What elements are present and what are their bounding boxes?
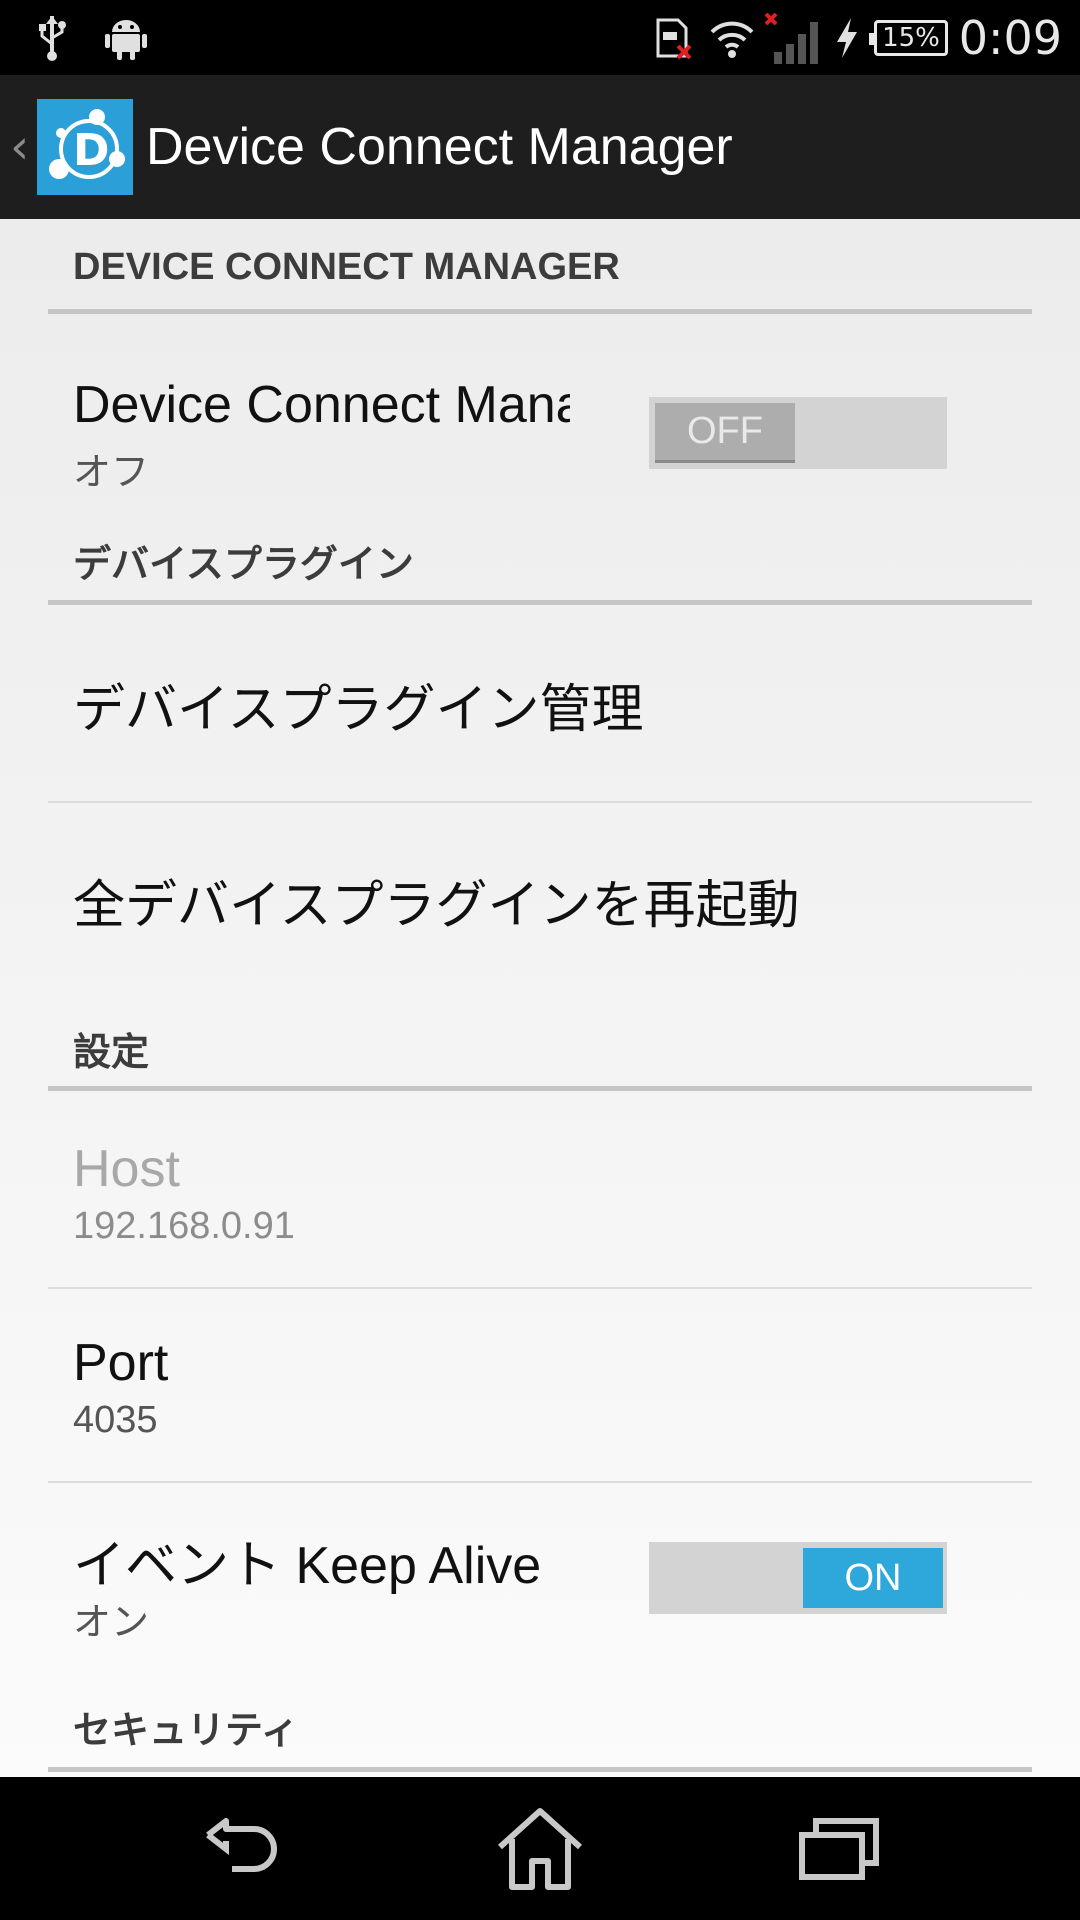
plugin-restart-item[interactable]: 全デバイスプラグインを再起動 <box>0 803 1080 999</box>
keepalive-toggle-label: ON <box>803 1548 943 1608</box>
navigation-bar <box>0 1777 1080 1920</box>
manager-switch-row[interactable]: Device Connect Manager オフ OFF <box>0 315 1080 505</box>
section-divider <box>48 1767 1032 1772</box>
plugin-manage-title: デバイスプラグイン管理 <box>73 681 644 739</box>
battery-icon: 15% <box>869 0 948 75</box>
manager-toggle-label: OFF <box>655 403 795 463</box>
app-logo-icon[interactable]: D <box>37 99 133 195</box>
no-signal-icon <box>764 0 822 75</box>
keepalive-toggle[interactable]: ON <box>649 1542 947 1614</box>
up-caret-icon[interactable]: ‹ <box>10 119 29 175</box>
section-divider <box>48 309 1032 314</box>
recent-apps-icon[interactable] <box>792 1805 888 1893</box>
manager-switch-title: Device Connect Manager <box>73 376 570 434</box>
plugin-manage-item[interactable]: デバイスプラグイン管理 <box>0 605 1080 801</box>
section-header-plugins: デバイスプラグイン <box>73 544 414 586</box>
section-header-security: セキュリティ <box>73 1710 299 1752</box>
android-debug-icon <box>104 0 148 75</box>
back-icon[interactable] <box>196 1805 292 1893</box>
action-bar: ‹ D Device Connect Manager <box>0 75 1080 219</box>
screen: 15% 0:09 ‹ D Device Connect Manager DEVI… <box>0 0 1080 1920</box>
sd-card-error-icon <box>654 0 694 75</box>
host-item: Host 192.168.0.91 <box>0 1091 1080 1287</box>
app-title: Device Connect Manager <box>146 118 733 176</box>
charging-icon <box>833 0 861 75</box>
status-bar: 15% 0:09 <box>0 0 1080 75</box>
keepalive-switch-row[interactable]: イベント Keep Alive オン ON <box>0 1483 1080 1673</box>
usb-icon <box>36 0 68 75</box>
plugin-restart-title: 全デバイスプラグインを再起動 <box>73 877 800 935</box>
battery-percent: 15% <box>869 19 948 56</box>
preferences-list: DEVICE CONNECT MANAGER Device Connect Ma… <box>0 219 1080 1777</box>
home-icon[interactable] <box>492 1805 588 1893</box>
section-header-settings: 設定 <box>73 1032 150 1074</box>
keepalive-summary: オン <box>73 1602 150 1644</box>
wifi-icon <box>710 0 754 75</box>
keepalive-title: イベント Keep Alive <box>73 1537 542 1595</box>
host-title: Host <box>73 1140 180 1198</box>
host-value: 192.168.0.91 <box>73 1205 295 1247</box>
manager-switch-summary: オフ <box>73 452 150 494</box>
port-title: Port <box>73 1334 169 1392</box>
port-value: 4035 <box>73 1399 158 1441</box>
manager-toggle[interactable]: OFF <box>649 397 947 469</box>
port-item[interactable]: Port 4035 <box>0 1289 1080 1481</box>
clock: 0:09 <box>958 10 1062 65</box>
svg-text:D: D <box>73 125 110 176</box>
section-header-manager: DEVICE CONNECT MANAGER <box>73 246 620 288</box>
